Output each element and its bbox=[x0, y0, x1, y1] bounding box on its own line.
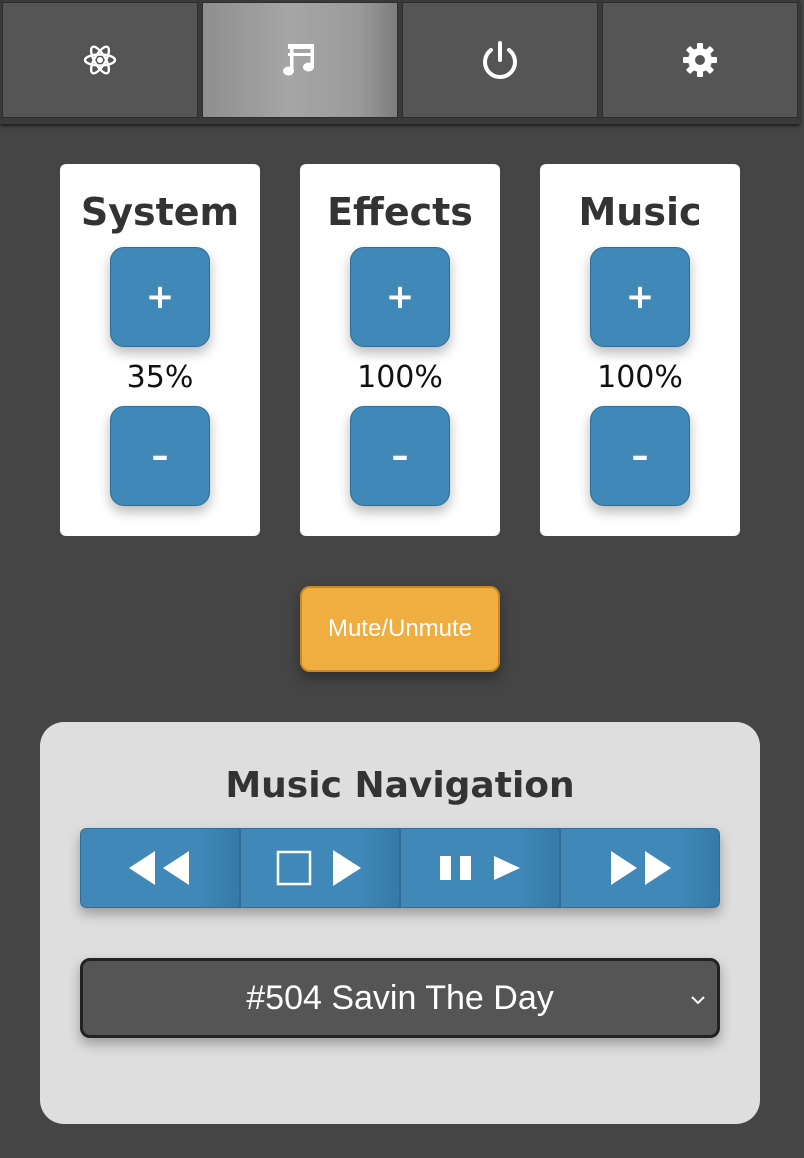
music-navigation-panel: Music Navigation #504 Savin The Day bbox=[40, 722, 760, 1124]
effects-volume-value: 100% bbox=[357, 360, 443, 395]
stop-play-button[interactable] bbox=[240, 828, 400, 908]
tab-settings[interactable] bbox=[602, 2, 798, 118]
atom-icon bbox=[82, 42, 118, 78]
selected-track-label: #504 Savin The Day bbox=[246, 978, 554, 1017]
music-navigation-title: Music Navigation bbox=[225, 765, 575, 806]
gear-icon bbox=[681, 41, 719, 79]
music-volume-title: Music bbox=[578, 190, 702, 234]
tab-bar bbox=[0, 0, 800, 124]
stop-play-icon bbox=[275, 848, 365, 888]
pause-play-button[interactable] bbox=[400, 828, 560, 908]
tab-power[interactable] bbox=[402, 2, 598, 118]
music-volume-up-button[interactable]: + bbox=[590, 247, 690, 347]
effects-volume-down-button[interactable]: – bbox=[350, 406, 450, 506]
music-navigation-buttons bbox=[80, 828, 720, 908]
power-icon bbox=[479, 39, 521, 81]
system-volume-down-button[interactable]: – bbox=[110, 406, 210, 506]
next-track-button[interactable] bbox=[560, 828, 720, 908]
next-track-icon bbox=[605, 848, 675, 888]
previous-track-icon bbox=[125, 848, 195, 888]
previous-track-button[interactable] bbox=[80, 828, 240, 908]
effects-volume-card: Effects + 100% – bbox=[300, 164, 500, 536]
tab-music[interactable] bbox=[202, 2, 398, 118]
system-volume-up-button[interactable]: + bbox=[110, 247, 210, 347]
mute-unmute-button[interactable]: Mute/Unmute bbox=[300, 586, 500, 672]
track-select[interactable]: #504 Savin The Day bbox=[80, 958, 720, 1038]
music-volume-value: 100% bbox=[597, 360, 683, 395]
system-volume-value: 35% bbox=[126, 360, 194, 395]
system-volume-card: System + 35% – bbox=[60, 164, 260, 536]
effects-volume-up-button[interactable]: + bbox=[350, 247, 450, 347]
system-volume-title: System bbox=[80, 190, 240, 234]
chevron-down-icon bbox=[689, 991, 707, 1010]
music-note-icon bbox=[280, 40, 320, 80]
pause-play-icon bbox=[438, 853, 522, 883]
music-volume-down-button[interactable]: – bbox=[590, 406, 690, 506]
music-volume-card: Music + 100% – bbox=[540, 164, 740, 536]
effects-volume-title: Effects bbox=[327, 190, 473, 234]
tab-atom[interactable] bbox=[2, 2, 198, 118]
